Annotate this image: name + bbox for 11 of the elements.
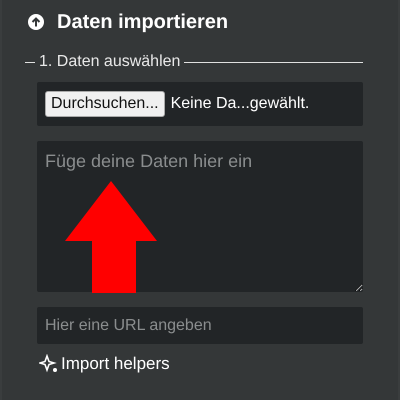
sparkle-icon xyxy=(39,354,59,374)
panel-title: Daten importieren xyxy=(57,10,228,34)
fieldset-legend: 1. Daten auswählen xyxy=(39,53,180,71)
file-input[interactable]: Durchsuchen... Keine Da...gewählt. xyxy=(37,82,363,126)
upload-icon xyxy=(27,13,45,31)
browse-button[interactable]: Durchsuchen... xyxy=(45,91,165,117)
url-field[interactable]: Hier eine URL angeben xyxy=(37,307,363,344)
import-helpers-link[interactable]: Import helpers xyxy=(39,354,170,374)
arrow-icon xyxy=(65,181,157,293)
paste-textarea[interactable]: Füge deine Daten hier ein xyxy=(37,141,363,292)
file-status: Keine Da...gewählt. xyxy=(170,95,310,113)
